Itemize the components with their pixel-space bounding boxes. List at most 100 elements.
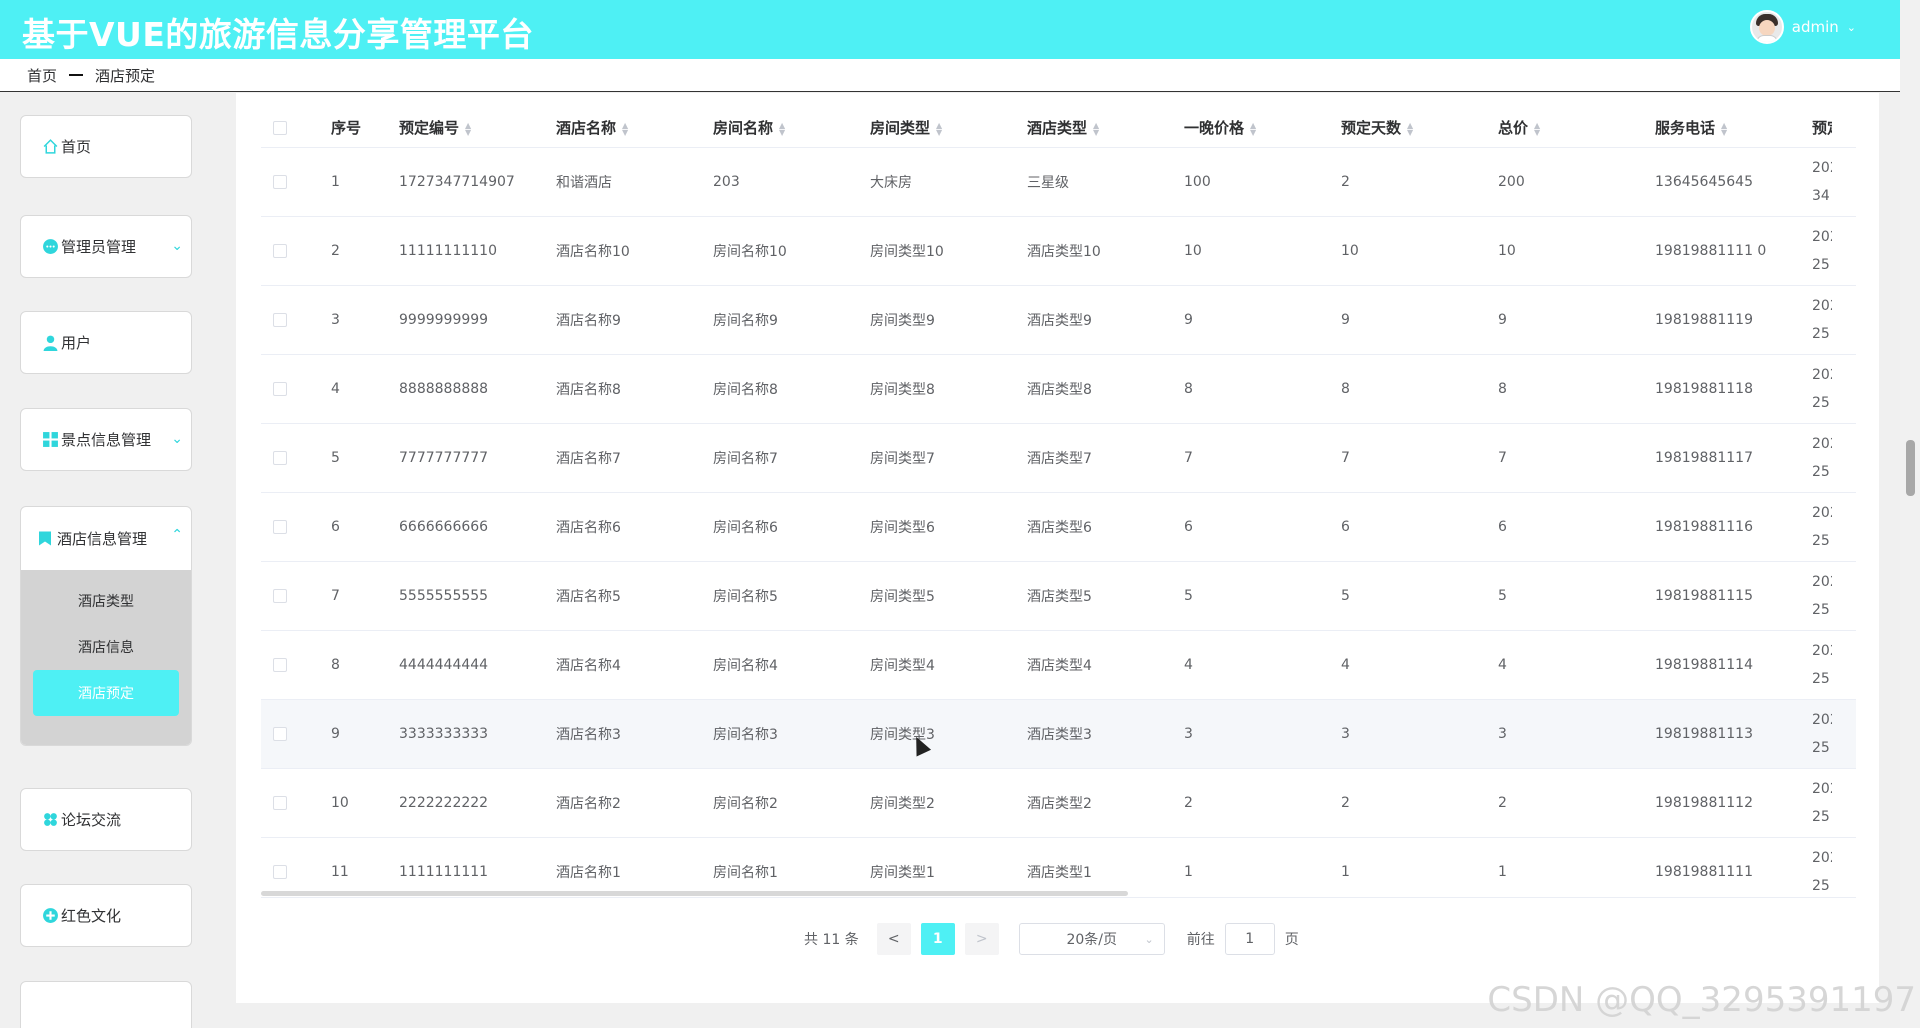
page-number-button[interactable]: 1 bbox=[920, 923, 955, 955]
table-cell: 房间名称8 bbox=[713, 382, 778, 398]
chevron-down-icon: ⌄ bbox=[1144, 932, 1154, 946]
table-cell-truncated: 20225 bbox=[1812, 574, 1832, 618]
table-row[interactable]: 3 9999999999 酒店名称9 房间名称9 房间类型9 酒店类型9 9 9 9 198198… bbox=[261, 286, 1856, 355]
row-checkbox[interactable] bbox=[273, 382, 287, 396]
sidebar-item-hotel[interactable]: 酒店信息管理 ⌃ bbox=[21, 507, 191, 570]
page-size-select[interactable]: 20条/页 ⌄ bbox=[1018, 923, 1165, 955]
column-header[interactable]: 一晚价格 ▲ ▼ bbox=[1174, 117, 1331, 138]
row-select-cell[interactable] bbox=[261, 865, 321, 879]
column-header[interactable]: 预定 bbox=[1802, 114, 1832, 142]
select-all-checkbox[interactable] bbox=[273, 120, 287, 135]
sidebar-item-scenic[interactable]: 景点信息管理 ⌄ bbox=[20, 408, 192, 471]
sidebar-subitem-hotel-type[interactable]: 酒店类型 bbox=[21, 578, 191, 624]
table-row[interactable]: 8 4444444444 酒店名称4 房间名称4 房间类型4 酒店类型4 4 4 4 198198… bbox=[261, 631, 1856, 700]
row-checkbox[interactable] bbox=[273, 727, 287, 741]
row-checkbox[interactable] bbox=[273, 865, 287, 879]
column-header[interactable]: 房间名称 ▲ ▼ bbox=[703, 117, 860, 138]
page-unit-label: 页 bbox=[1284, 932, 1299, 948]
page-scrollbar[interactable] bbox=[1900, 0, 1920, 1028]
row-select-cell[interactable] bbox=[261, 796, 321, 810]
table-row[interactable]: 5 7777777777 酒店名称7 房间名称7 房间类型7 酒店类型7 7 7 7 198198… bbox=[261, 424, 1856, 493]
row-checkbox[interactable] bbox=[273, 175, 287, 189]
row-select-cell[interactable] bbox=[261, 589, 321, 603]
table-cell: 10 bbox=[1341, 243, 1359, 259]
bookmark-icon bbox=[37, 530, 55, 548]
row-checkbox[interactable] bbox=[273, 244, 287, 258]
row-select-cell[interactable] bbox=[261, 520, 321, 534]
sidebar-subitem-hotel-booking[interactable]: 酒店预定 bbox=[33, 670, 179, 716]
table-cell: 19819881111 0 bbox=[1655, 243, 1767, 259]
table-row[interactable]: 9 3333333333 酒店名称3 房间名称3 房间类型3 酒店类型3 3 3 3 198198… bbox=[261, 700, 1856, 769]
select-all-cell[interactable] bbox=[261, 120, 321, 135]
table-cell: 房间类型2 bbox=[870, 796, 935, 812]
breadcrumb-home[interactable]: 首页 bbox=[27, 65, 57, 86]
column-header[interactable]: 酒店名称 ▲ ▼ bbox=[546, 117, 703, 138]
sort-icon: ▲ ▼ bbox=[622, 120, 629, 137]
row-checkbox[interactable] bbox=[273, 451, 287, 465]
table-row[interactable]: 11 1111111111 酒店名称1 房间名称1 房间类型1 酒店类型1 1 1 1 19819… bbox=[261, 838, 1856, 897]
chevron-up-icon[interactable]: ⌃ bbox=[171, 527, 183, 543]
row-select-cell[interactable] bbox=[261, 727, 321, 741]
row-select-cell[interactable] bbox=[261, 244, 321, 258]
chevron-down-icon[interactable]: ⌄ bbox=[171, 431, 183, 447]
row-select-cell[interactable] bbox=[261, 175, 321, 189]
scrollbar-thumb[interactable] bbox=[1906, 440, 1915, 496]
sidebar-item-partial[interactable] bbox=[20, 981, 192, 1028]
row-checkbox[interactable] bbox=[273, 313, 287, 327]
table-cell: 酒店名称3 bbox=[556, 727, 621, 743]
column-header[interactable]: 酒店类型 ▲ ▼ bbox=[1017, 117, 1174, 138]
row-select-cell[interactable] bbox=[261, 382, 321, 396]
table-row[interactable]: 2 11111111110 酒店名称10 房间名称10 房间类型10 酒店类型10 10 10… bbox=[261, 217, 1856, 286]
row-select-cell[interactable] bbox=[261, 451, 321, 465]
sidebar-submenu: 酒店类型 酒店信息 酒店预定 bbox=[21, 570, 191, 745]
sidebar-item-users[interactable]: 用户 bbox=[20, 311, 192, 374]
chevron-down-icon[interactable]: ⌄ bbox=[171, 238, 183, 254]
goto-page-input[interactable]: 1 bbox=[1224, 923, 1275, 955]
sidebar-subitem-hotel-info[interactable]: 酒店信息 bbox=[21, 624, 191, 670]
table-cell: 3 bbox=[1498, 726, 1507, 742]
breadcrumb-current: 酒店预定 bbox=[95, 66, 156, 85]
table-cell: 酒店名称10 bbox=[556, 244, 630, 260]
chevron-down-icon[interactable]: ⌄ bbox=[1847, 21, 1856, 34]
row-select-cell[interactable] bbox=[261, 313, 321, 327]
table-cell: 房间名称4 bbox=[713, 658, 778, 674]
table-cell: 2 bbox=[1341, 795, 1350, 811]
row-checkbox[interactable] bbox=[273, 520, 287, 534]
row-select-cell[interactable] bbox=[261, 658, 321, 672]
sidebar-item-admin[interactable]: 管理员管理 ⌄ bbox=[20, 215, 192, 278]
table-row[interactable]: 1 1727347714907 和谐酒店 203 大床房 三星级 100 2 200 136456… bbox=[261, 148, 1856, 217]
sort-icon: ▲ ▼ bbox=[1093, 120, 1100, 137]
table-cell: 19819881111 bbox=[1655, 864, 1753, 880]
row-checkbox[interactable] bbox=[273, 589, 287, 603]
next-page-button[interactable]: > bbox=[964, 923, 999, 955]
table-cell: 2 bbox=[1498, 795, 1507, 811]
table-row[interactable]: 4 8888888888 酒店名称8 房间名称8 房间类型8 酒店类型8 8 8 8 198198… bbox=[261, 355, 1856, 424]
table-body: 1 1727347714907 和谐酒店 203 大床房 三星级 100 2 200 136456… bbox=[261, 148, 1856, 897]
table-row[interactable]: 6 6666666666 酒店名称6 房间名称6 房间类型6 酒店类型6 6 6 6 198198… bbox=[261, 493, 1856, 562]
table-cell: 6 bbox=[1184, 519, 1193, 535]
column-header[interactable]: 房间类型 ▲ ▼ bbox=[860, 117, 1017, 138]
column-header[interactable]: 总价 ▲ ▼ bbox=[1488, 117, 1645, 138]
user-menu[interactable]: admin ⌄ bbox=[1749, 10, 1856, 44]
table-cell: 房间名称5 bbox=[713, 589, 778, 605]
column-header[interactable]: 预定编号 ▲ ▼ bbox=[389, 117, 546, 138]
table-row[interactable]: 7 5555555555 酒店名称5 房间名称5 房间类型5 酒店类型5 5 5 5 198198… bbox=[261, 562, 1856, 631]
table-cell: 100 bbox=[1184, 174, 1211, 190]
table-cell: 酒店类型6 bbox=[1027, 520, 1092, 536]
row-checkbox[interactable] bbox=[273, 658, 287, 672]
sidebar-item-label: 酒店信息管理 bbox=[57, 530, 148, 548]
prev-page-button[interactable]: < bbox=[876, 923, 911, 955]
table-row[interactable]: 10 2222222222 酒店名称2 房间名称2 房间类型2 酒店类型2 2 2 2 19819… bbox=[261, 769, 1856, 838]
column-header[interactable]: 预定天数 ▲ ▼ bbox=[1331, 117, 1488, 138]
horizontal-scrollbar[interactable] bbox=[261, 891, 1128, 896]
row-checkbox[interactable] bbox=[273, 796, 287, 810]
user-name[interactable]: admin bbox=[1792, 18, 1839, 36]
sidebar-item-forum[interactable]: 论坛交流 bbox=[20, 788, 192, 851]
avatar[interactable] bbox=[1749, 10, 1784, 44]
table-cell: 7 bbox=[1498, 450, 1507, 466]
sidebar-item-red-culture[interactable]: 红色文化 bbox=[20, 884, 192, 947]
table-cell: 房间类型1 bbox=[870, 865, 935, 881]
sidebar-item-home[interactable]: 首页 bbox=[20, 115, 192, 178]
column-header[interactable]: 服务电话 ▲ ▼ bbox=[1645, 117, 1802, 138]
table-cell: 10 bbox=[331, 795, 349, 811]
